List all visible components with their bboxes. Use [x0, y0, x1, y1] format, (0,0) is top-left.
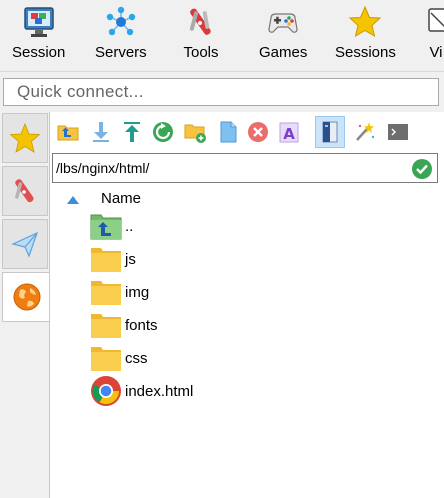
- download-button[interactable]: [86, 116, 116, 148]
- ribbon-tools-label: Tools: [183, 44, 219, 61]
- main-ribbon-toolbar: Session Servers Tools Games Sessions Vi: [0, 0, 444, 72]
- ribbon-view-label: Vi: [429, 44, 443, 61]
- ribbon-sessions-button[interactable]: Sessions: [335, 4, 396, 68]
- download-icon: [93, 122, 109, 142]
- file-row-folder[interactable]: css: [90, 342, 430, 374]
- games-icon: [265, 4, 301, 40]
- sftp-globe-icon: [13, 283, 40, 311]
- file-name: index.html: [125, 383, 194, 400]
- file-name: js: [125, 251, 136, 268]
- file-name: fonts: [125, 317, 158, 334]
- new-file-icon: [220, 121, 237, 143]
- file-name: img: [125, 284, 150, 301]
- tools-icon: [183, 4, 219, 40]
- file-row-parent[interactable]: ..: [90, 210, 430, 242]
- ribbon-view-button[interactable]: Vi: [425, 4, 444, 68]
- new-folder-button[interactable]: [180, 116, 210, 148]
- terminal-icon: [388, 124, 408, 140]
- parent-folder-icon: [57, 125, 79, 141]
- new-file-button[interactable]: [213, 116, 243, 148]
- ribbon-sessions-label: Sessions: [335, 44, 396, 61]
- delete-icon: [248, 122, 268, 142]
- file-row-folder[interactable]: js: [90, 243, 430, 275]
- ribbon-games-label: Games: [259, 44, 308, 61]
- session-icon: [21, 4, 57, 40]
- file-row-folder[interactable]: img: [90, 276, 430, 308]
- toggle-panel-button[interactable]: [315, 116, 345, 148]
- refresh-button[interactable]: [148, 116, 178, 148]
- file-name: ..: [125, 218, 134, 235]
- magic-wand-button[interactable]: [349, 116, 379, 148]
- sftp-file-browser: A /lbs/nginx/html/ Name .. js img fonts …: [49, 112, 444, 498]
- ribbon-session-label: Session: [12, 44, 66, 61]
- upload-button[interactable]: [117, 116, 147, 148]
- toggle-panel-icon: [322, 121, 338, 143]
- parent-folder-button[interactable]: [53, 116, 83, 148]
- view-icon: [425, 4, 444, 40]
- ribbon-games-button[interactable]: Games: [259, 4, 307, 68]
- file-row-file[interactable]: index.html: [90, 375, 430, 407]
- delete-button[interactable]: [243, 116, 273, 148]
- remote-path-bar: [52, 153, 438, 183]
- sort-ascending-icon: [67, 196, 79, 204]
- servers-icon: [103, 4, 139, 40]
- terminal-button[interactable]: [383, 116, 413, 148]
- rename-button[interactable]: A: [274, 116, 304, 148]
- chrome-html-file-icon: [91, 376, 121, 406]
- folder-icon: [91, 248, 121, 272]
- svg-text:A: A: [283, 125, 295, 143]
- side-tab-sftp[interactable]: [2, 272, 50, 322]
- confirm-path-icon[interactable]: [411, 158, 433, 180]
- magic-wand-icon: [356, 122, 375, 141]
- file-browser-toolbar: A: [50, 112, 444, 152]
- side-tab-tools[interactable]: [2, 166, 48, 216]
- ribbon-servers-button[interactable]: Servers: [95, 4, 147, 68]
- quick-connect-input[interactable]: [4, 79, 438, 105]
- file-list-header[interactable]: Name: [50, 188, 444, 210]
- side-tab-favorites[interactable]: [2, 113, 48, 163]
- tools-icon: [15, 179, 34, 203]
- quick-connect-bar: [3, 78, 439, 106]
- refresh-icon: [153, 122, 173, 142]
- folder-icon: [91, 347, 121, 371]
- file-name: css: [125, 350, 148, 367]
- file-row-folder[interactable]: fonts: [90, 309, 430, 341]
- folder-icon: [91, 314, 121, 338]
- ribbon-servers-label: Servers: [95, 44, 147, 61]
- side-tab-macros[interactable]: [2, 219, 48, 269]
- name-column-header[interactable]: Name: [101, 190, 141, 207]
- folder-icon: [91, 281, 121, 305]
- ribbon-session-button[interactable]: Session: [12, 4, 65, 68]
- parent-folder-icon: [90, 214, 122, 240]
- remote-path-input[interactable]: [53, 154, 403, 182]
- rename-icon: A: [279, 122, 299, 143]
- sessions-star-icon: [347, 4, 383, 40]
- new-folder-icon: [184, 124, 206, 143]
- ribbon-tools-button[interactable]: Tools: [183, 4, 219, 68]
- upload-icon: [124, 122, 140, 142]
- paper-plane-icon: [11, 231, 39, 258]
- star-icon: [9, 122, 41, 153]
- side-tab-strip: [0, 113, 50, 498]
